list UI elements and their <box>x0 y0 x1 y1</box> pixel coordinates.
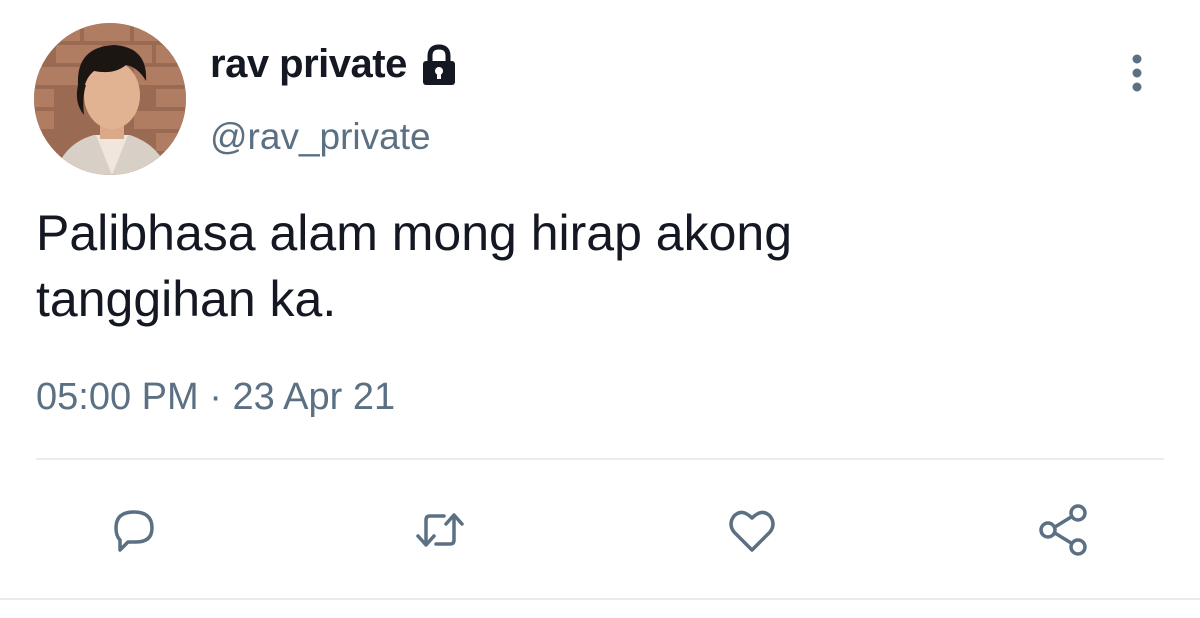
tweet-date: 23 Apr 21 <box>232 376 396 418</box>
lock-icon <box>417 43 461 87</box>
tweet-time: 05:00 PM <box>36 376 199 418</box>
divider <box>0 598 1200 600</box>
retweet-icon[interactable] <box>412 502 468 558</box>
tweet-text-line: tanggihan ka. <box>36 271 337 327</box>
share-icon[interactable] <box>1034 502 1090 558</box>
display-name-row: rav private <box>210 42 461 87</box>
tweet-timestamp[interactable]: 05:00 PM · 23 Apr 21 <box>36 376 395 419</box>
tweet-text: Palibhasa alam mong hirap akong tanggiha… <box>36 200 1036 332</box>
display-name[interactable]: rav private <box>210 42 407 87</box>
more-vertical-icon[interactable] <box>1120 52 1154 96</box>
tweet-text-line: Palibhasa alam mong hirap akong <box>36 205 793 261</box>
meta-separator: · <box>209 376 222 418</box>
user-handle[interactable]: @rav_private <box>210 116 431 158</box>
divider <box>36 458 1164 460</box>
avatar[interactable] <box>34 23 186 175</box>
heart-icon[interactable] <box>724 502 780 558</box>
reply-icon[interactable] <box>106 502 162 558</box>
tweet-card: rav private @rav_private Palibhasa alam … <box>0 0 1200 618</box>
